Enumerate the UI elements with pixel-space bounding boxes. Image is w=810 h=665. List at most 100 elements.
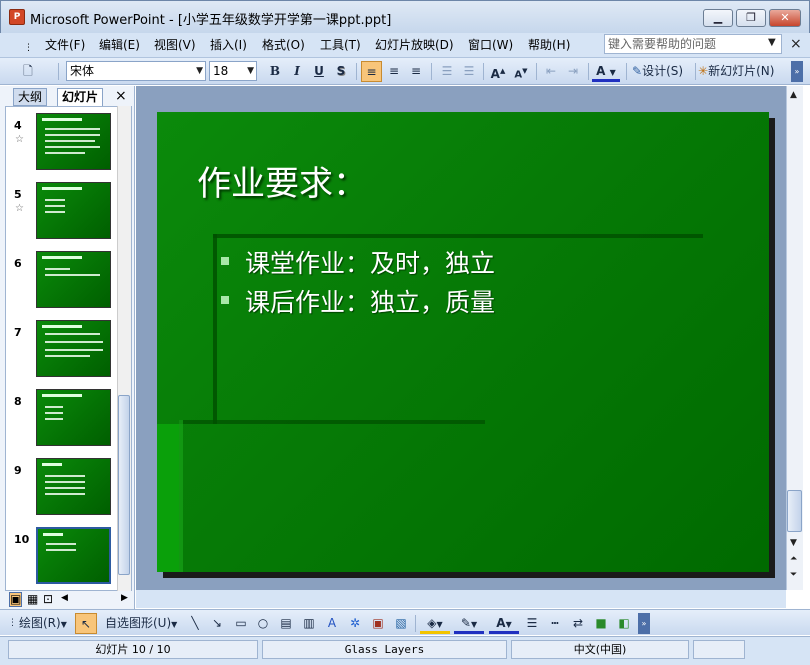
menu-format[interactable]: 格式(O) [260, 36, 307, 54]
arrow-tool-icon[interactable]: ↘ [207, 613, 227, 634]
3d-style-icon[interactable]: ◧ [614, 613, 634, 634]
thumb-text-line [45, 140, 95, 142]
menu-slideshow[interactable]: 幻灯片放映(D) [373, 36, 456, 54]
line-style-icon[interactable]: ☰ [522, 613, 542, 634]
picture-icon[interactable]: ▧ [391, 613, 411, 634]
vertical-scroll-thumb[interactable] [787, 490, 802, 532]
toolbar-options-icon[interactable]: » [791, 61, 803, 82]
design-button[interactable]: ✎设计(S) [632, 61, 694, 82]
minimize-icon: ▁ [713, 11, 723, 24]
menu-insert[interactable]: 插入(I) [208, 36, 249, 54]
document-close-icon[interactable]: × [790, 36, 802, 52]
normal-view-icon[interactable]: ▣ [9, 592, 23, 607]
thumb-text-line [45, 205, 65, 207]
decrease-font-button[interactable]: A▼ [511, 61, 531, 82]
thumbnail-scroll-thumb[interactable] [118, 395, 130, 575]
slide-thumbnail-selected[interactable] [34, 525, 113, 586]
shadow-style-icon[interactable]: ■ [591, 613, 611, 634]
slide-sorter-icon[interactable]: ▦ [27, 592, 38, 606]
line-tool-icon[interactable]: ╲ [185, 613, 205, 634]
close-button[interactable]: ✕ [769, 9, 801, 27]
status-empty-cell [693, 640, 745, 659]
previous-slide-icon[interactable]: ⏶ [790, 554, 797, 564]
menu-edit[interactable]: 编辑(E) [97, 36, 142, 54]
restore-button[interactable]: ❐ [736, 9, 766, 27]
draw-font-color-button[interactable]: A▼ [489, 613, 519, 634]
slide-thumbnail[interactable] [36, 458, 111, 515]
select-pointer-icon[interactable]: ↖ [75, 613, 97, 634]
scroll-down-icon[interactable]: ▼ [790, 538, 797, 548]
close-pane-icon[interactable]: × [115, 88, 127, 104]
underline-button[interactable]: U [309, 61, 329, 82]
menu-tools[interactable]: 工具(T) [318, 36, 363, 54]
chevron-down-icon[interactable]: ▼ [196, 62, 203, 80]
toolbar-options-icon[interactable]: » [638, 613, 650, 634]
menu-view[interactable]: 视图(V) [152, 36, 198, 54]
slide-title[interactable]: 作业要求： [197, 156, 367, 205]
font-size-value: 18 [213, 64, 229, 78]
help-search-input[interactable]: 键入需要帮助的问题 [604, 34, 782, 54]
menu-file[interactable]: 文件(F) [43, 36, 87, 54]
increase-indent-icon[interactable]: ⇥ [563, 61, 583, 82]
line-color-button[interactable]: ✎▼ [454, 613, 484, 634]
toolbar-separator [58, 63, 59, 80]
chevron-down-icon[interactable]: ▼ [768, 37, 776, 48]
powerpoint-app-icon[interactable]: P [9, 9, 25, 25]
minimize-button[interactable]: ▁ [703, 9, 733, 27]
menu-help[interactable]: 帮助(H) [526, 36, 572, 54]
tab-slides[interactable]: 幻灯片 [57, 88, 104, 106]
wordart-icon[interactable]: A [322, 613, 342, 634]
arrow-style-icon[interactable]: ⇄ [568, 613, 588, 634]
new-slide-button[interactable]: ✳新幻灯片(N) [698, 61, 786, 82]
toolbar-separator [415, 615, 416, 632]
decorative-line [213, 234, 703, 238]
slide-canvas[interactable]: 作业要求： 课堂作业：及时，独立 课后作业：独立，质量 [157, 112, 769, 572]
vertical-textbox-icon[interactable]: ▥ [299, 613, 319, 634]
rectangle-tool-icon[interactable]: ▭ [231, 613, 251, 634]
scroll-up-icon[interactable]: ▲ [790, 90, 797, 100]
toolbar-grip-icon[interactable]: ⋮ [22, 39, 35, 57]
chevron-down-icon[interactable]: ▼ [247, 62, 254, 80]
next-slide-icon[interactable]: ⏷ [790, 570, 797, 580]
font-color-button[interactable]: A ▼ [592, 61, 620, 82]
align-right-button[interactable]: ≡ [406, 61, 426, 82]
font-size-field[interactable]: 18 ▼ [209, 61, 257, 81]
thumb-text-line [45, 481, 85, 483]
autoshapes-button[interactable]: 自选图形(U)▼ [105, 613, 181, 634]
dash-style-icon[interactable]: ┅ [545, 613, 565, 634]
slide-thumbnail[interactable] [36, 182, 111, 239]
thumbnail-list: 4 ☆ 5 ☆ 6 7 8 9 10 [5, 106, 132, 591]
draw-menu-button[interactable]: 绘图(R)▼ [19, 613, 71, 634]
slide-thumbnail[interactable] [36, 251, 111, 308]
scroll-left-icon[interactable]: ◀ [61, 593, 68, 603]
toolbar-grip-icon[interactable]: ⋮ [8, 613, 17, 634]
diagram-icon[interactable]: ✲ [345, 613, 365, 634]
decrease-indent-icon[interactable]: ⇤ [541, 61, 561, 82]
italic-button[interactable]: I [287, 61, 307, 82]
menu-window[interactable]: 窗口(W) [466, 36, 515, 54]
increase-font-button[interactable]: A▲ [488, 61, 508, 82]
tab-outline[interactable]: 大纲 [13, 88, 48, 106]
align-center-button[interactable]: ≡ [384, 61, 404, 82]
numbered-list-icon[interactable]: ☰ [437, 61, 457, 82]
slide-thumbnail[interactable] [36, 113, 111, 170]
new-document-icon[interactable]: 🗋 [18, 61, 38, 82]
scroll-right-icon[interactable]: ▶ [121, 593, 128, 603]
bold-button[interactable]: B [265, 61, 285, 82]
bulleted-list-icon[interactable]: ☰ [459, 61, 479, 82]
clipart-icon[interactable]: ▣ [368, 613, 388, 634]
thumb-text-line [45, 412, 63, 414]
slide-thumbnail[interactable] [36, 320, 111, 377]
align-left-button[interactable]: ≡ [361, 61, 382, 82]
slide-thumbnail[interactable] [36, 389, 111, 446]
oval-tool-icon[interactable]: ○ [253, 613, 273, 634]
shadow-button[interactable]: S [331, 61, 351, 82]
design-template-status: Glass Layers [262, 640, 507, 659]
fill-color-button[interactable]: ◈▼ [420, 613, 450, 634]
slideshow-icon[interactable]: ⊡ [43, 592, 53, 606]
textbox-tool-icon[interactable]: ▤ [276, 613, 296, 634]
thumb-title-line [42, 325, 82, 328]
language-status: 中文(中国) [511, 640, 689, 659]
draw-menu-label: 绘图(R) [19, 616, 61, 630]
font-name-field[interactable]: 宋体 ▼ [66, 61, 206, 81]
